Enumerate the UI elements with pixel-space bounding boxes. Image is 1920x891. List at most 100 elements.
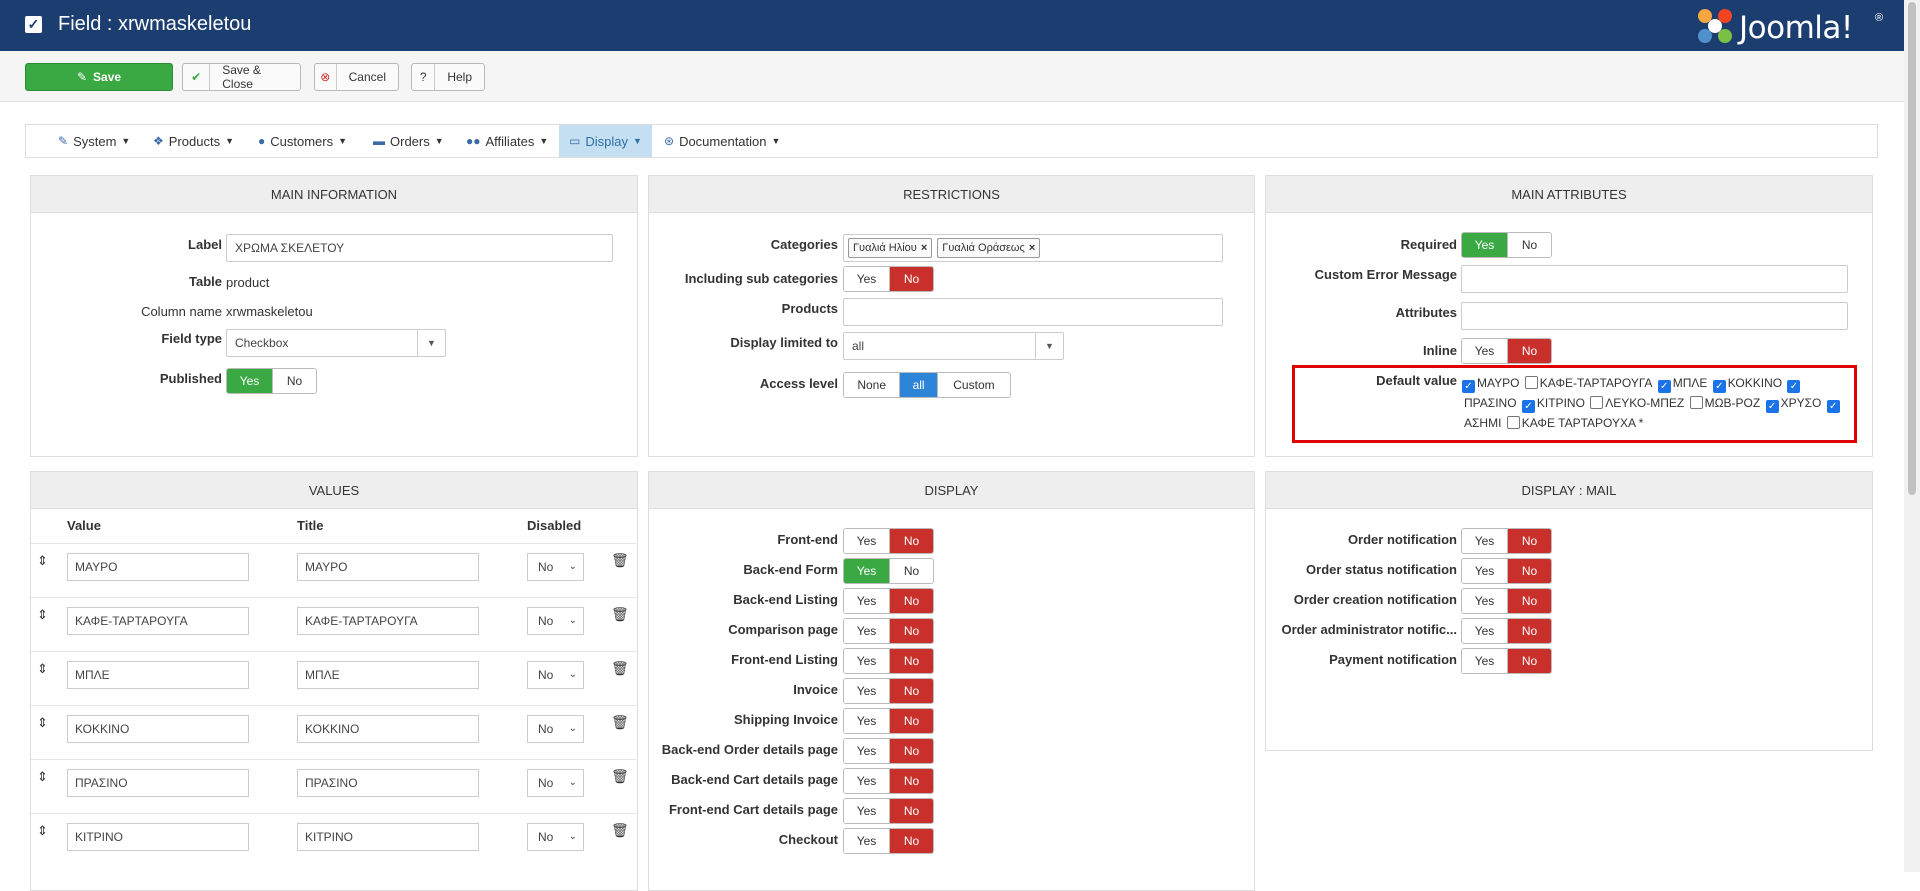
- inline-yes[interactable]: Yes: [1462, 339, 1507, 363]
- toggle-yes[interactable]: Yes: [1462, 619, 1507, 643]
- inline-toggle[interactable]: Yes No: [1461, 338, 1552, 364]
- title-input[interactable]: ΚΙΤΡΙΝΟ: [297, 823, 479, 851]
- category-chip[interactable]: Γυαλιά Οράσεως ×: [937, 238, 1041, 258]
- disabled-select[interactable]: No ⌄: [527, 769, 584, 797]
- default-value-checkbox[interactable]: ✓: [1462, 380, 1475, 393]
- default-value-checkbox[interactable]: [1524, 376, 1538, 389]
- toggle-no[interactable]: No: [1506, 589, 1551, 613]
- value-input[interactable]: ΠΡΑΣΙΝΟ: [67, 769, 249, 797]
- drag-handle-icon[interactable]: ⇕: [37, 661, 48, 677]
- toggle-no[interactable]: No: [1506, 649, 1551, 673]
- title-input[interactable]: ΚΟΚΚΙΝΟ: [297, 715, 479, 743]
- default-value-checkbox[interactable]: [1506, 416, 1520, 429]
- setting-toggle[interactable]: Yes No: [843, 768, 934, 794]
- setting-toggle[interactable]: Yes No: [843, 588, 934, 614]
- trash-icon[interactable]: 🗑: [611, 552, 629, 569]
- attributes-input[interactable]: [1461, 302, 1848, 330]
- custom-error-input[interactable]: [1461, 265, 1848, 293]
- toggle-no[interactable]: No: [888, 529, 933, 553]
- categories-input[interactable]: Γυαλιά Ηλίου × Γυαλιά Οράσεως ×: [843, 234, 1223, 262]
- toggle-no[interactable]: No: [888, 799, 933, 823]
- setting-toggle[interactable]: Yes No: [843, 798, 934, 824]
- trash-icon[interactable]: 🗑: [611, 714, 629, 731]
- value-input[interactable]: ΜΑΥΡΟ: [67, 553, 249, 581]
- toggle-yes[interactable]: Yes: [844, 709, 889, 733]
- setting-toggle[interactable]: Yes No: [843, 558, 934, 584]
- toggle-yes[interactable]: Yes: [1462, 529, 1507, 553]
- setting-toggle[interactable]: Yes No: [843, 738, 934, 764]
- access-none[interactable]: None: [844, 373, 900, 397]
- scrollbar-thumb[interactable]: [1908, 2, 1916, 495]
- default-value-checkbox[interactable]: ✓: [1657, 380, 1671, 393]
- setting-toggle[interactable]: Yes No: [843, 618, 934, 644]
- cancel-button[interactable]: ⊗ Cancel: [314, 63, 399, 91]
- drag-handle-icon[interactable]: ⇕: [37, 823, 48, 839]
- setting-toggle[interactable]: Yes No: [1461, 648, 1552, 674]
- setting-toggle[interactable]: Yes No: [843, 678, 934, 704]
- access-level-toggle[interactable]: None all Custom: [843, 372, 1011, 398]
- save-button[interactable]: ✎ Save: [25, 63, 173, 91]
- menu-affiliates[interactable]: ●● Affiliates ▼: [456, 125, 558, 157]
- disabled-select[interactable]: No ⌄: [527, 823, 584, 851]
- setting-toggle[interactable]: Yes No: [843, 828, 934, 854]
- published-toggle[interactable]: Yes No: [226, 368, 317, 394]
- toggle-no[interactable]: No: [888, 769, 933, 793]
- setting-toggle[interactable]: Yes No: [843, 648, 934, 674]
- drag-handle-icon[interactable]: ⇕: [37, 553, 48, 569]
- published-yes[interactable]: Yes: [227, 369, 272, 393]
- toggle-no[interactable]: No: [888, 709, 933, 733]
- disabled-select[interactable]: No ⌄: [527, 715, 584, 743]
- title-input[interactable]: ΚΑΦΕ-ΤΑΡΤΑΡΟΥΓΑ: [297, 607, 479, 635]
- toggle-yes[interactable]: Yes: [844, 769, 889, 793]
- value-input[interactable]: ΚΟΚΚΙΝΟ: [67, 715, 249, 743]
- published-no[interactable]: No: [271, 369, 316, 393]
- toggle-yes[interactable]: Yes: [844, 799, 889, 823]
- setting-toggle[interactable]: Yes No: [1461, 618, 1552, 644]
- menu-display[interactable]: ▭ Display ▼: [559, 125, 652, 157]
- required-yes[interactable]: Yes: [1462, 233, 1507, 257]
- close-icon[interactable]: ×: [921, 242, 927, 254]
- default-value-checkbox[interactable]: ✓: [1826, 400, 1840, 413]
- default-value-checkbox[interactable]: [1590, 396, 1604, 409]
- menu-orders[interactable]: ▬ Orders ▼: [363, 125, 454, 157]
- default-value-checkbox[interactable]: ✓: [1787, 380, 1801, 393]
- setting-toggle[interactable]: Yes No: [1461, 558, 1552, 584]
- toggle-yes[interactable]: Yes: [844, 649, 889, 673]
- value-input[interactable]: ΜΠΛΕ: [67, 661, 249, 689]
- disabled-select[interactable]: No ⌄: [527, 607, 584, 635]
- menu-system[interactable]: ✎ System ▼: [48, 125, 140, 157]
- toggle-yes[interactable]: Yes: [844, 619, 889, 643]
- value-input[interactable]: ΚΙΤΡΙΝΟ: [67, 823, 249, 851]
- category-chip[interactable]: Γυαλιά Ηλίου ×: [848, 238, 933, 258]
- setting-toggle[interactable]: Yes No: [1461, 588, 1552, 614]
- default-value-checkbox[interactable]: ✓: [1521, 400, 1535, 413]
- page-scrollbar[interactable]: [1904, 0, 1920, 872]
- setting-toggle[interactable]: Yes No: [843, 708, 934, 734]
- inline-no[interactable]: No: [1506, 339, 1551, 363]
- toggle-yes[interactable]: Yes: [844, 589, 889, 613]
- disabled-select[interactable]: No ⌄: [527, 661, 584, 689]
- products-input[interactable]: [843, 298, 1223, 326]
- toggle-no[interactable]: No: [1506, 559, 1551, 583]
- toggle-no[interactable]: No: [888, 589, 933, 613]
- toggle-yes[interactable]: Yes: [844, 679, 889, 703]
- toggle-no[interactable]: No: [888, 679, 933, 703]
- value-input[interactable]: ΚΑΦΕ-ΤΑΡΤΑΡΟΥΓΑ: [67, 607, 249, 635]
- toggle-yes[interactable]: Yes: [1462, 649, 1507, 673]
- trash-icon[interactable]: 🗑: [611, 606, 629, 623]
- menu-products[interactable]: ❖ Products ▼: [143, 125, 244, 157]
- drag-handle-icon[interactable]: ⇕: [37, 715, 48, 731]
- field-type-select[interactable]: Checkbox ▼: [226, 329, 446, 357]
- required-no[interactable]: No: [1506, 233, 1551, 257]
- drag-handle-icon[interactable]: ⇕: [37, 607, 48, 623]
- default-value-checkbox[interactable]: [1689, 396, 1703, 409]
- default-value-checkbox[interactable]: ✓: [1765, 400, 1779, 413]
- trash-icon[interactable]: 🗑: [611, 660, 629, 677]
- access-all[interactable]: all: [899, 373, 937, 397]
- sub-categories-toggle[interactable]: Yes No: [843, 266, 934, 292]
- title-input[interactable]: ΜΠΛΕ: [297, 661, 479, 689]
- toggle-yes[interactable]: Yes: [1462, 559, 1507, 583]
- sub-categories-yes[interactable]: Yes: [844, 267, 889, 291]
- toggle-no[interactable]: No: [1506, 619, 1551, 643]
- toggle-no[interactable]: No: [888, 829, 933, 853]
